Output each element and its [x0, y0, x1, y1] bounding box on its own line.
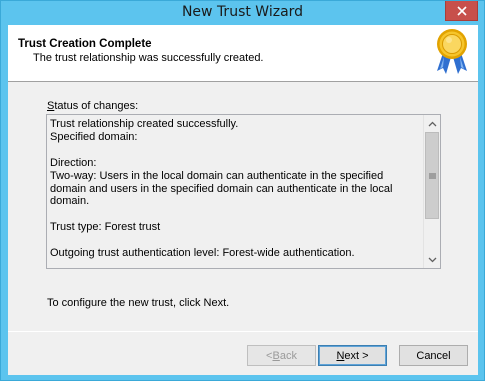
next-button[interactable]: Next >	[318, 345, 387, 366]
status-label: Status of changes:	[47, 100, 139, 112]
vertical-scrollbar[interactable]	[423, 115, 440, 268]
wizard-page: Trust Creation Complete The trust relati…	[8, 25, 478, 375]
page-title: Trust Creation Complete	[18, 38, 152, 50]
close-icon	[456, 5, 467, 16]
title-bar[interactable]: New Trust Wizard	[1, 1, 484, 25]
status-textbox[interactable]: Trust relationship created successfully.…	[46, 114, 441, 269]
page-subtitle: The trust relationship was successfully …	[33, 52, 264, 64]
status-text: Trust relationship created successfully.…	[50, 118, 393, 260]
chevron-down-icon	[428, 257, 436, 262]
close-button[interactable]	[445, 1, 478, 21]
award-ribbon-icon	[437, 29, 467, 74]
grip-icon	[428, 173, 436, 178]
chevron-up-icon	[428, 121, 436, 126]
scroll-thumb[interactable]	[425, 132, 439, 219]
window-title: New Trust Wizard	[181, 4, 304, 20]
scroll-down-button[interactable]	[424, 251, 440, 268]
back-button[interactable]: < Back	[247, 345, 316, 366]
footer-divider	[8, 331, 478, 332]
cancel-button[interactable]: Cancel	[399, 345, 468, 366]
wizard-header: Trust Creation Complete The trust relati…	[8, 25, 478, 82]
wizard-window: New Trust Wizard Trust Creation Complete…	[0, 0, 485, 381]
scroll-up-button[interactable]	[424, 115, 440, 132]
instruction-text: To configure the new trust, click Next.	[47, 297, 230, 309]
